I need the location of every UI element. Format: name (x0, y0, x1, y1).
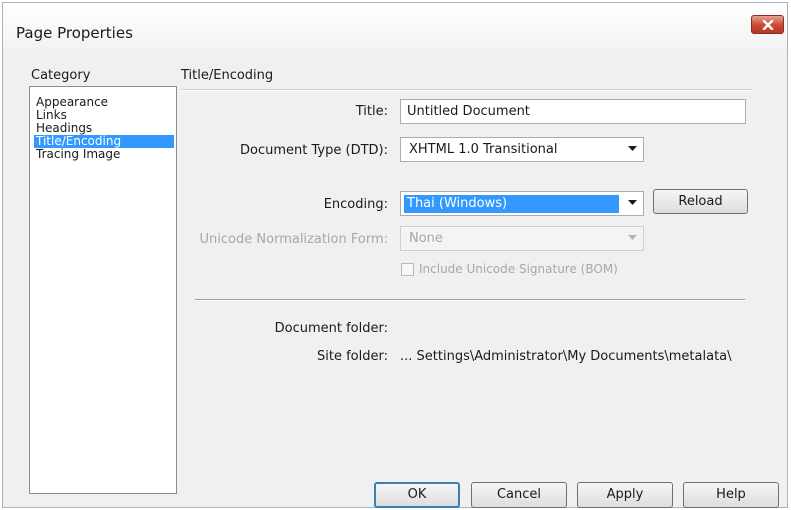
close-button[interactable] (751, 15, 784, 34)
encoding-label: Encoding: (323, 197, 388, 212)
site-folder-value: ... Settings\Administrator\My Documents\… (400, 349, 732, 364)
normalization-value: None (409, 231, 443, 246)
chevron-down-icon (628, 146, 637, 151)
encoding-select[interactable]: Thai (Windows) (400, 191, 644, 216)
doctype-select[interactable]: XHTML 1.0 Transitional (400, 137, 644, 162)
document-folder-label: Document folder: (274, 321, 388, 336)
category-item-tracing-image[interactable]: Tracing Image (34, 148, 174, 161)
section-divider (181, 89, 753, 91)
title-label: Title: (355, 104, 388, 119)
chevron-down-icon (628, 235, 637, 240)
category-label: Category (31, 68, 91, 83)
bom-label: Include Unicode Signature (BOM) (419, 262, 618, 276)
dialog-title: Page Properties (16, 24, 133, 42)
cancel-button[interactable]: Cancel (471, 482, 567, 508)
doctype-value: XHTML 1.0 Transitional (409, 142, 558, 157)
normalization-label: Unicode Normalization Form: (199, 232, 388, 247)
ok-button[interactable]: OK (374, 482, 460, 508)
reload-button[interactable]: Reload (653, 189, 748, 214)
chevron-down-icon (628, 200, 637, 205)
normalization-select[interactable]: None (400, 226, 644, 251)
help-button[interactable]: Help (683, 482, 779, 508)
apply-button[interactable]: Apply (577, 482, 673, 508)
close-icon (762, 19, 773, 30)
form-separator (195, 299, 745, 301)
section-header: Title/Encoding (181, 68, 274, 83)
category-list[interactable]: Appearance Links Headings Title/Encoding… (29, 86, 177, 494)
title-input[interactable] (400, 99, 746, 124)
bom-checkbox[interactable] (401, 263, 414, 276)
title-bar: Page Properties (3, 3, 787, 49)
encoding-value: Thai (Windows) (404, 195, 619, 213)
site-folder-label: Site folder: (317, 349, 388, 364)
page-properties-dialog: Page Properties Category Appearance Link… (2, 2, 788, 508)
doctype-label: Document Type (DTD): (240, 143, 388, 158)
